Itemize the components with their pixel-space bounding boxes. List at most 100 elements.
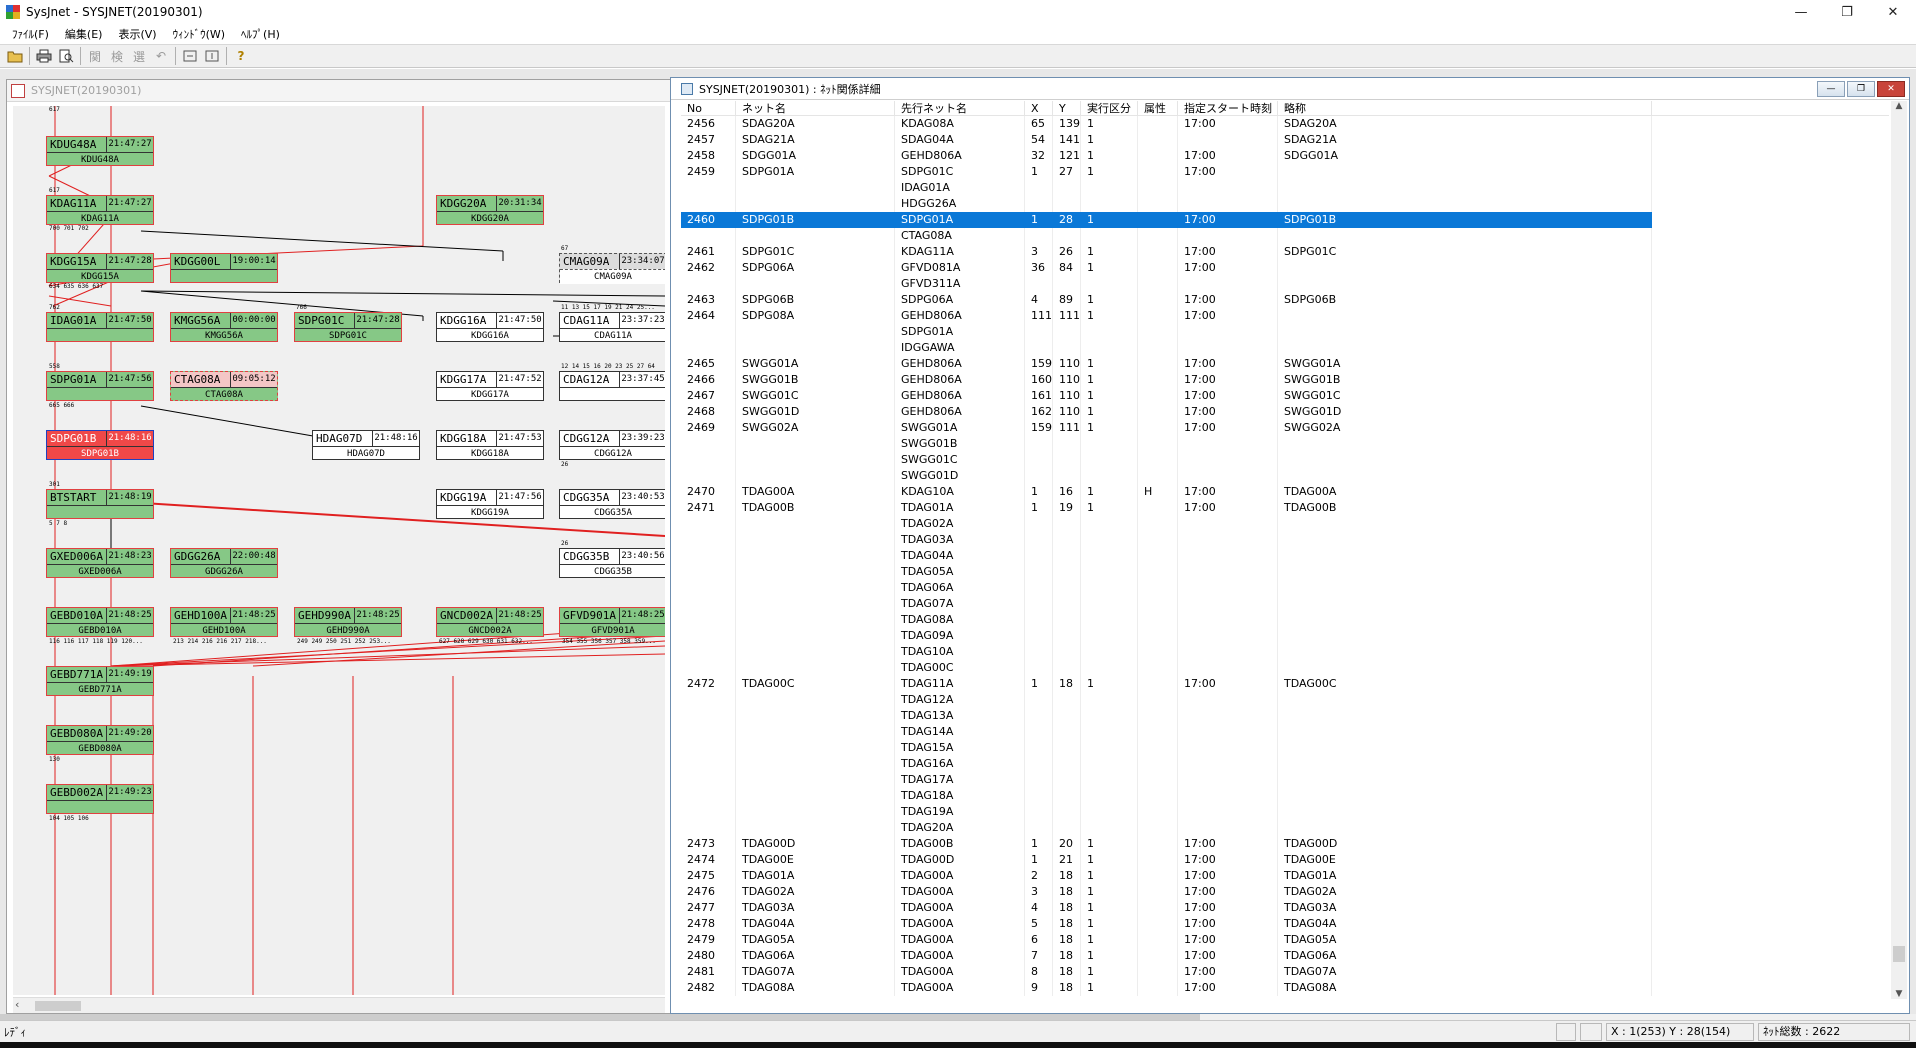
diagram-window-titlebar[interactable]: SYSJNET(20190301) bbox=[7, 80, 670, 102]
table-row[interactable]: 2458 SDGG01A GEHD806A 32 121 1 17:00 SDGG01A bbox=[681, 148, 1889, 164]
node-cdag12a[interactable]: CDAG12A 23:37:45 bbox=[559, 371, 665, 401]
table-row[interactable]: SWGG01C bbox=[681, 452, 1889, 468]
column-header-no[interactable]: No bbox=[681, 101, 736, 116]
relation-icon[interactable]: 関 bbox=[84, 46, 106, 66]
table-row[interactable]: 2481 TDAG07A TDAG00A 8 18 1 17:00 TDAG07A bbox=[681, 964, 1889, 980]
node-kdgg15a[interactable]: KDGG15A 21:47:28 KDGG15A bbox=[46, 253, 154, 283]
node-kdgg19a[interactable]: KDGG19A 21:47:56 KDGG19A bbox=[436, 489, 544, 519]
table-row[interactable]: TDAG16A bbox=[681, 756, 1889, 772]
table-row[interactable]: 2470 TDAG00A KDAG10A 1 16 1 H 17:00 TDAG00A bbox=[681, 484, 1889, 500]
node-kdgg17a[interactable]: KDGG17A 21:47:52 KDGG17A bbox=[436, 371, 544, 401]
column-header-net-name[interactable]: ネット名 bbox=[736, 101, 895, 116]
table-row[interactable]: 2482 TDAG08A TDAG00A 9 18 1 17:00 TDAG08A bbox=[681, 980, 1889, 996]
open-folder-icon[interactable] bbox=[4, 46, 26, 66]
table-row[interactable]: IDGGAWA bbox=[681, 340, 1889, 356]
node-gxed006a[interactable]: GXED006A 21:48:23 GXED006A bbox=[46, 548, 154, 578]
diagram-horizontal-scrollbar[interactable]: ‹ bbox=[13, 997, 665, 1013]
node-kdgg20a[interactable]: KDGG20A 20:31:34 KDGG20A bbox=[436, 195, 544, 225]
table-row[interactable]: TDAG07A bbox=[681, 596, 1889, 612]
undo-icon[interactable]: ↶ bbox=[150, 46, 172, 66]
node-btstart[interactable]: BTSTART 21:48:19 bbox=[46, 489, 154, 519]
table-row[interactable]: SWGG01B bbox=[681, 436, 1889, 452]
table-row[interactable]: IDAG01A bbox=[681, 180, 1889, 196]
table-row[interactable]: 2474 TDAG00E TDAG00D 1 21 1 17:00 TDAG00E bbox=[681, 852, 1889, 868]
diagram-canvas[interactable]: KDUG48A 21:47:27 KDUG48A KDAG11A 21:47:27 KD… bbox=[13, 106, 665, 995]
table-row[interactable]: 2468 SWGG01D GEHD806A 162 110 1 17:00 SWGG01D bbox=[681, 404, 1889, 420]
table-row[interactable]: TDAG05A bbox=[681, 564, 1889, 580]
node-sdpg01c[interactable]: SDPG01C 21:47:28 SDPG01C bbox=[294, 312, 402, 342]
table-row[interactable]: 2471 TDAG00B TDAG01A 1 19 1 17:00 TDAG00B bbox=[681, 500, 1889, 516]
table-row[interactable]: TDAG00C bbox=[681, 660, 1889, 676]
table-row[interactable]: TDAG13A bbox=[681, 708, 1889, 724]
node-kdug48a[interactable]: KDUG48A 21:47:27 KDUG48A bbox=[46, 136, 154, 166]
help-icon[interactable]: ? bbox=[230, 46, 252, 66]
node-kdgg16a[interactable]: KDGG16A 21:47:50 KDGG16A bbox=[436, 312, 544, 342]
column-header-abbreviation[interactable]: 略称 bbox=[1278, 101, 1652, 116]
node-cmag09a[interactable]: CMAG09A 23:34:07 CMAG09A bbox=[559, 253, 665, 284]
column-header-predecessor[interactable]: 先行ネット名 bbox=[895, 101, 1025, 116]
node-sdpg01b-selected[interactable]: SDPG01B 21:48:16 SDPG01B bbox=[46, 430, 154, 460]
table-row[interactable]: TDAG14A bbox=[681, 724, 1889, 740]
table-row[interactable]: 2462 SDPG06A GFVD081A 36 84 1 17:00 bbox=[681, 260, 1889, 276]
table-row[interactable]: 2459 SDPG01A SDPG01C 1 27 1 17:00 bbox=[681, 164, 1889, 180]
table-row[interactable]: 2466 SWGG01B GEHD806A 160 110 1 17:00 SWGG01B bbox=[681, 372, 1889, 388]
table-row[interactable]: TDAG12A bbox=[681, 692, 1889, 708]
table-row-selected[interactable]: 2460 SDPG01B SDPG01A 1 28 1 17:00 SDPG01B bbox=[681, 212, 1889, 228]
node-cdgg12a[interactable]: CDGG12A 23:39:23 CDGG12A bbox=[559, 430, 665, 460]
column-header-exec-type[interactable]: 実行区分 bbox=[1081, 101, 1138, 116]
table-row[interactable]: 2475 TDAG01A TDAG00A 2 18 1 17:00 TDAG01A bbox=[681, 868, 1889, 884]
node-ctag08a[interactable]: CTAG08A 09:05:12 CTAG08A bbox=[170, 371, 278, 401]
child-restore-button[interactable]: ❐ bbox=[1847, 81, 1875, 97]
table-row[interactable]: 2464 SDPG08A GEHD806A 111 111 1 17:00 bbox=[681, 308, 1889, 324]
minimize-button[interactable]: — bbox=[1778, 0, 1824, 24]
table-row[interactable]: 2478 TDAG04A TDAG00A 5 18 1 17:00 TDAG04A bbox=[681, 916, 1889, 932]
scroll-thumb[interactable] bbox=[35, 1001, 81, 1011]
print-preview-icon[interactable] bbox=[55, 46, 77, 66]
child-minimize-button[interactable]: — bbox=[1817, 81, 1845, 97]
node-cdgg35b[interactable]: CDGG35B 23:40:56 CDGG35B bbox=[559, 548, 665, 578]
table-row[interactable]: SDPG01A bbox=[681, 324, 1889, 340]
box1-icon[interactable] bbox=[179, 46, 201, 66]
select-icon[interactable]: 選 bbox=[128, 46, 150, 66]
menu-view[interactable]: 表示(V) bbox=[110, 26, 164, 42]
box2-icon[interactable] bbox=[201, 46, 223, 66]
table-row[interactable]: 2457 SDAG21A SDAG04A 54 141 1 SDAG21A bbox=[681, 132, 1889, 148]
menu-help[interactable]: ﾍﾙﾌﾟ(H) bbox=[233, 26, 288, 42]
node-idag01a[interactable]: IDAG01A 21:47:50 bbox=[46, 312, 154, 342]
print-icon[interactable] bbox=[33, 46, 55, 66]
table-row[interactable]: TDAG20A bbox=[681, 820, 1889, 836]
table-row[interactable]: 2479 TDAG05A TDAG00A 6 18 1 17:00 TDAG05A bbox=[681, 932, 1889, 948]
scroll-up-icon[interactable]: ▲ bbox=[1891, 101, 1907, 111]
table-row[interactable]: 2480 TDAG06A TDAG00A 7 18 1 17:00 TDAG06A bbox=[681, 948, 1889, 964]
table-row[interactable]: TDAG04A bbox=[681, 548, 1889, 564]
close-button[interactable]: ✕ bbox=[1870, 0, 1916, 24]
node-kmgg56a[interactable]: KMGG56A 00:00:00 KMGG56A bbox=[170, 312, 278, 342]
table-row[interactable]: TDAG03A bbox=[681, 532, 1889, 548]
detail-window-titlebar[interactable]: SYSJNET(20190301) : ﾈｯﾄ関係詳細 — ❐ ✕ bbox=[671, 78, 1909, 100]
maximize-button[interactable]: ❐ bbox=[1824, 0, 1870, 24]
table-row[interactable]: 2465 SWGG01A GEHD806A 159 110 1 17:00 SWGG01A bbox=[681, 356, 1889, 372]
table-row[interactable]: 2473 TDAG00D TDAG00B 1 20 1 17:00 TDAG00D bbox=[681, 836, 1889, 852]
column-header-x[interactable]: X bbox=[1025, 101, 1053, 116]
table-row[interactable]: CTAG08A bbox=[681, 228, 1889, 244]
relation-list[interactable]: No ネット名 先行ネット名 X Y 実行区分 属性 指定スタート時刻 略称 2… bbox=[681, 101, 1889, 999]
node-sdpg01a[interactable]: SDPG01A 21:47:56 bbox=[46, 371, 154, 401]
table-row[interactable]: TDAG09A bbox=[681, 628, 1889, 644]
table-row[interactable]: TDAG06A bbox=[681, 580, 1889, 596]
node-cdgg35a[interactable]: CDGG35A 23:40:53 CDGG35A bbox=[559, 489, 665, 519]
table-row[interactable]: 2461 SDPG01C KDAG11A 3 26 1 17:00 SDPG01C bbox=[681, 244, 1889, 260]
table-row[interactable]: TDAG15A bbox=[681, 740, 1889, 756]
node-gfvd901a[interactable]: GFVD901A 21:48:25 GFVD901A bbox=[559, 607, 665, 637]
node-gehd100a[interactable]: GEHD100A 21:48:25 GEHD100A bbox=[170, 607, 278, 637]
column-header-y[interactable]: Y bbox=[1053, 101, 1081, 116]
node-kdag11a[interactable]: KDAG11A 21:47:27 KDAG11A bbox=[46, 195, 154, 225]
table-row[interactable]: SWGG01D bbox=[681, 468, 1889, 484]
table-row[interactable]: TDAG08A bbox=[681, 612, 1889, 628]
scroll-left-icon[interactable]: ‹ bbox=[15, 998, 19, 1011]
node-gebd080a[interactable]: GEBD080A 21:49:20 GEBD080A bbox=[46, 725, 154, 755]
table-row[interactable]: 2469 SWGG02A SWGG01A 159 111 1 17:00 SWGG02A bbox=[681, 420, 1889, 436]
table-row[interactable]: 2476 TDAG02A TDAG00A 3 18 1 17:00 TDAG02A bbox=[681, 884, 1889, 900]
node-cdag11a[interactable]: CDAG11A 23:37:23 CDAG11A bbox=[559, 312, 665, 342]
table-row[interactable]: 2472 TDAG00C TDAG11A 1 18 1 17:00 TDAG00C bbox=[681, 676, 1889, 692]
node-gebd010a[interactable]: GEBD010A 21:48:25 GEBD010A bbox=[46, 607, 154, 637]
